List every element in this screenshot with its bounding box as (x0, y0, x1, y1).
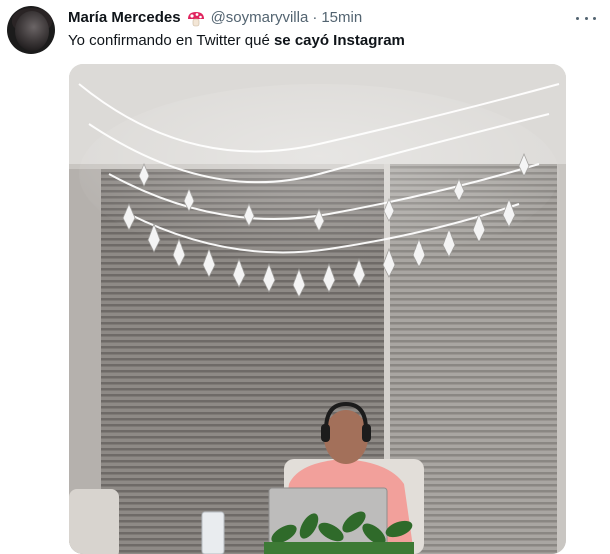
chair-left (69, 489, 119, 554)
mushroom-icon (187, 11, 205, 27)
tweet-media[interactable] (69, 64, 566, 554)
display-name[interactable]: María Mercedes (68, 8, 181, 28)
user-handle[interactable]: @soymaryvilla (211, 8, 309, 28)
avatar[interactable] (7, 6, 55, 54)
separator-dot: · (312, 9, 318, 26)
tweet-text-prefix: Yo confirmando en Twitter qué (68, 32, 274, 49)
tweet[interactable]: María Mercedes @soymaryvilla · 15min Yo … (0, 0, 610, 554)
glass (201, 511, 225, 554)
media-scene (69, 64, 566, 554)
tweet-header: María Mercedes @soymaryvilla · 15min (68, 7, 362, 29)
avatar-face (15, 11, 49, 51)
timestamp[interactable]: 15min (321, 8, 362, 28)
tweet-text-bold: se cayó Instagram (273, 32, 405, 49)
more-options-icon[interactable] (576, 10, 596, 26)
tweet-text: Yo confirmando en Twitter qué se cayó In… (68, 31, 405, 51)
